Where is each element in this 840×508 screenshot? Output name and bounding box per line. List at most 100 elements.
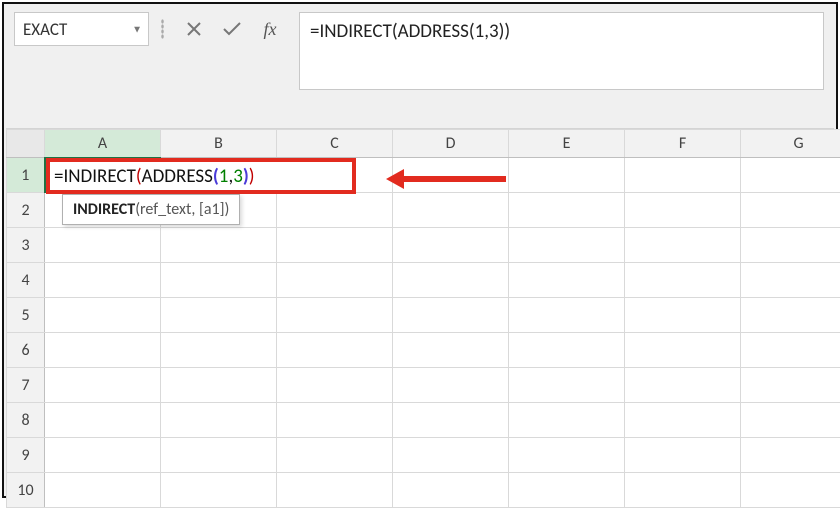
cell[interactable] [625,263,741,298]
cell[interactable] [741,228,840,263]
column-header[interactable]: C [277,130,393,158]
cell[interactable] [509,333,625,368]
grid-row: 6 [7,333,840,368]
dropdown-icon[interactable]: ▼ [132,23,142,36]
active-cell-editor[interactable]: = INDIRECT ( ADDRESS ( 1 , 3 ) ) [46,158,356,194]
cell[interactable] [277,298,393,333]
cell[interactable] [45,368,161,403]
cell[interactable] [277,193,393,228]
column-header[interactable]: B [161,130,277,158]
cell[interactable] [741,193,840,228]
cell[interactable] [161,263,277,298]
cancel-button[interactable] [175,12,213,46]
cell[interactable] [509,158,625,193]
cell[interactable] [45,473,161,508]
insert-function-button[interactable]: fx [251,12,289,46]
column-header[interactable]: E [509,130,625,158]
cell[interactable] [277,333,393,368]
cell[interactable] [45,263,161,298]
cell[interactable] [393,333,509,368]
name-box-value: EXACT [23,19,67,40]
cell[interactable] [393,263,509,298]
cell[interactable] [509,228,625,263]
row-header[interactable]: 6 [7,333,45,368]
cell[interactable] [741,473,840,508]
cell[interactable] [161,403,277,438]
column-header-row: ABCDEFG [7,130,840,158]
cell[interactable] [741,333,840,368]
cell[interactable] [625,473,741,508]
column-header[interactable]: G [741,130,840,158]
worksheet[interactable]: ABCDEFG 12345678910 = INDIRECT ( ADDRESS… [6,128,834,494]
cell[interactable] [393,368,509,403]
cell[interactable] [393,228,509,263]
cell[interactable] [509,298,625,333]
cell[interactable] [741,368,840,403]
cell[interactable] [625,403,741,438]
row-header[interactable]: 3 [7,228,45,263]
cell[interactable] [509,403,625,438]
row-header[interactable]: 2 [7,193,45,228]
cell[interactable] [45,438,161,473]
cell[interactable] [277,403,393,438]
row-header[interactable]: 9 [7,438,45,473]
cell[interactable] [161,473,277,508]
cell[interactable] [161,368,277,403]
formula-arg-2: 3 [233,165,243,188]
cell[interactable] [625,193,741,228]
column-header[interactable]: D [393,130,509,158]
column-header[interactable]: A [45,130,161,158]
select-all-corner[interactable] [7,130,45,158]
row-header[interactable]: 1 [7,158,45,193]
row-header[interactable]: 8 [7,403,45,438]
cell[interactable] [277,228,393,263]
cell[interactable] [161,298,277,333]
fx-icon: fx [264,19,277,40]
cell[interactable] [45,403,161,438]
enter-button[interactable] [213,12,251,46]
cell[interactable] [741,158,840,193]
cell[interactable] [741,438,840,473]
row-header[interactable]: 7 [7,368,45,403]
cell[interactable] [393,438,509,473]
cell[interactable] [393,473,509,508]
cell[interactable] [509,473,625,508]
cell[interactable] [741,403,840,438]
arrow-shaft [400,176,506,182]
cell[interactable] [625,438,741,473]
cell[interactable] [741,263,840,298]
cell[interactable] [509,368,625,403]
cell[interactable] [45,333,161,368]
cell[interactable] [625,333,741,368]
cell[interactable] [161,228,277,263]
row-header[interactable]: 10 [7,473,45,508]
cell[interactable] [509,193,625,228]
formula-paren-close-outer: ) [249,165,255,188]
column-header[interactable]: F [625,130,741,158]
cell[interactable] [393,298,509,333]
cell[interactable] [393,403,509,438]
cell[interactable] [161,438,277,473]
cell[interactable] [509,263,625,298]
cell[interactable] [277,438,393,473]
function-tooltip: INDIRECT(ref_text, [a1]) [62,194,240,225]
row-header[interactable]: 4 [7,263,45,298]
cell[interactable] [161,333,277,368]
tooltip-fn-name: INDIRECT [73,200,135,219]
cell[interactable] [625,158,741,193]
cell[interactable] [45,228,161,263]
cell[interactable] [741,298,840,333]
cell[interactable] [625,298,741,333]
cell[interactable] [277,263,393,298]
row-header[interactable]: 5 [7,298,45,333]
cell[interactable] [277,368,393,403]
cell[interactable] [393,193,509,228]
cell[interactable] [625,228,741,263]
cell[interactable] [509,438,625,473]
grid-row: 5 [7,298,840,333]
name-box[interactable]: EXACT ▼ [14,12,149,46]
cell[interactable] [277,473,393,508]
formula-input[interactable]: =INDIRECT(ADDRESS(1,3)) [299,12,824,90]
cell[interactable] [45,298,161,333]
cell[interactable] [625,368,741,403]
